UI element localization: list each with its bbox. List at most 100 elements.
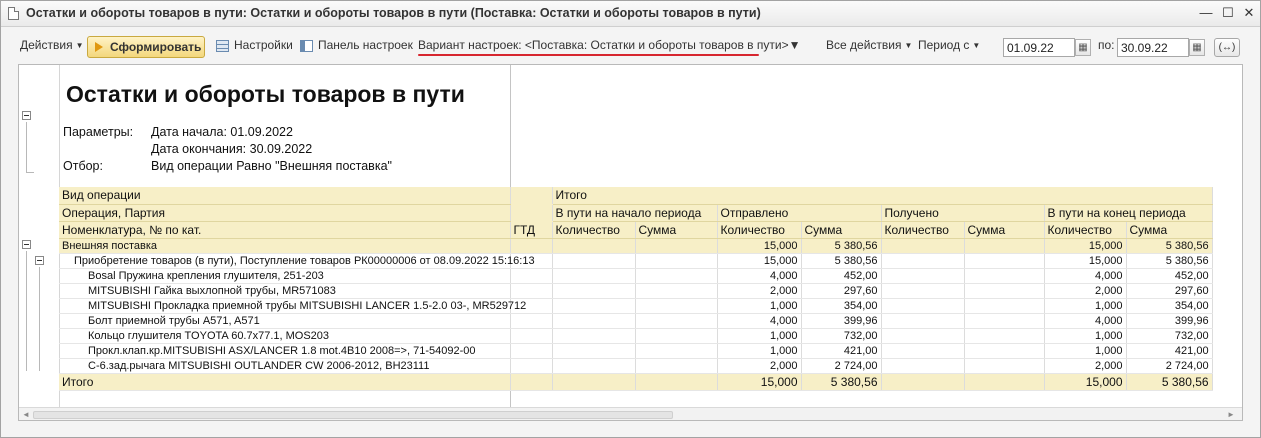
row-name: С-6.зад.рычага MITSUBISHI OUTLANDER CW 2… — [59, 358, 511, 374]
sent-qty: 2,000 — [717, 283, 802, 299]
header-row: Номенклатура, № по кат. ГТД Количество С… — [59, 221, 1213, 239]
total-end-sum: 5 380,56 — [1126, 373, 1213, 391]
collapse-group-icon[interactable] — [22, 111, 31, 120]
sent-sum: 354,00 — [801, 298, 882, 314]
actions-menu[interactable]: Действия ▼ — [20, 38, 84, 52]
group-bracket-line — [39, 267, 40, 371]
actions-label: Действия — [20, 38, 73, 52]
table-row[interactable]: Внешняя поставка 15,000 5 380,56 15,000 … — [59, 238, 1213, 254]
header-cell: Количество — [1044, 221, 1127, 239]
end-sum: 5 380,56 — [1126, 238, 1213, 254]
settings-panel-icon — [300, 40, 313, 52]
total-sent-sum: 5 380,56 — [801, 373, 882, 391]
end-sum: 452,00 — [1126, 268, 1213, 284]
table-row[interactable]: С-6.зад.рычага MITSUBISHI OUTLANDER CW 2… — [59, 358, 1213, 374]
end-qty: 1,000 — [1044, 343, 1127, 359]
generate-label: Сформировать — [110, 40, 202, 54]
total-row[interactable]: Итого 15,000 5 380,56 15,000 5 380,56 — [59, 373, 1213, 391]
row-name: MITSUBISHI Гайка выхлопной трубы, MR5710… — [59, 283, 511, 299]
report-document[interactable]: Остатки и обороты товаров в пути Парамет… — [18, 64, 1243, 421]
date-end-param: Дата окончания: 30.09.2022 — [151, 142, 313, 156]
dropdown-arrow-icon: ▼ — [788, 38, 801, 52]
table-row[interactable]: Болт приемной трубы A571, A571 4,000 399… — [59, 313, 1213, 329]
sent-sum: 5 380,56 — [801, 253, 882, 269]
group-bracket-foot — [26, 172, 34, 173]
vertical-scrollbar[interactable]: ▲ ▼ — [1242, 65, 1243, 407]
period-select-button[interactable]: (↔) — [1214, 38, 1240, 57]
sent-sum: 297,60 — [801, 283, 882, 299]
end-sum: 297,60 — [1126, 283, 1213, 299]
end-sum: 5 380,56 — [1126, 253, 1213, 269]
sent-sum: 732,00 — [801, 328, 882, 344]
header-cell: Сумма — [801, 221, 882, 239]
sent-qty: 2,000 — [717, 358, 802, 374]
sent-qty: 15,000 — [717, 253, 802, 269]
collapse-group-icon[interactable] — [22, 240, 31, 249]
end-sum: 421,00 — [1126, 343, 1213, 359]
settings-panel-button[interactable]: Панель настроек — [318, 38, 413, 52]
header-cell: Номенклатура, № по кат. — [59, 221, 511, 239]
total-end-qty: 15,000 — [1044, 373, 1127, 391]
total-sent-qty: 15,000 — [717, 373, 802, 391]
collapse-group-icon[interactable] — [35, 256, 44, 265]
end-qty: 4,000 — [1044, 313, 1127, 329]
params-label: Параметры: — [63, 125, 134, 139]
header-row: Операция, Партия В пути на начало период… — [59, 204, 1213, 222]
row-name: Bosal Пружина крепления глушителя, 251-2… — [59, 268, 511, 284]
header-cell: Сумма — [635, 221, 718, 239]
row-name: Прокл.клап.кр.MITSUBISHI ASX/LANCER 1.8 … — [59, 343, 511, 359]
date-to-input[interactable]: 30.09.22 — [1117, 38, 1189, 57]
header-cell: Операция, Партия — [59, 204, 511, 222]
header-cell: В пути на начало периода — [552, 204, 718, 222]
header-cell: Отправлено — [717, 204, 882, 222]
table-row[interactable]: Приобретение товаров (в пути), Поступлен… — [59, 253, 1213, 269]
horizontal-scrollbar[interactable]: ◄ ► — [19, 407, 1242, 420]
header-cell: Количество — [881, 221, 965, 239]
sent-sum: 399,96 — [801, 313, 882, 329]
group-bracket-line — [26, 122, 27, 172]
table-row[interactable]: Кольцо глушителя TOYOTA 60.7x77.1, MOS20… — [59, 328, 1213, 344]
end-qty: 4,000 — [1044, 268, 1127, 284]
header-cell: Итого — [552, 187, 1213, 205]
header-cell: ГТД — [510, 221, 553, 239]
end-qty: 1,000 — [1044, 298, 1127, 314]
group-bracket-line — [26, 251, 27, 371]
table-row[interactable]: MITSUBISHI Прокладка приемной трубы MITS… — [59, 298, 1213, 314]
header-cell: Вид операции — [59, 187, 511, 205]
date-from-input[interactable]: 01.09.22 — [1003, 38, 1075, 57]
header-cell: Сумма — [1126, 221, 1213, 239]
horizontal-scroll-thumb[interactable] — [33, 411, 673, 419]
highlight-underline — [418, 54, 759, 56]
report-title: Остатки и обороты товаров в пути — [66, 81, 465, 107]
date-to-label: по: — [1098, 38, 1115, 52]
settings-button[interactable]: Настройки — [234, 38, 293, 52]
calendar-icon[interactable]: ▦ — [1189, 39, 1205, 56]
scroll-right-icon[interactable]: ► — [1227, 410, 1235, 419]
row-name: MITSUBISHI Прокладка приемной трубы MITS… — [59, 298, 526, 314]
end-qty: 1,000 — [1044, 328, 1127, 344]
header-cell: Количество — [552, 221, 636, 239]
header-row: Вид операции Итого — [59, 187, 1213, 205]
sent-qty: 1,000 — [717, 298, 802, 314]
all-actions-menu[interactable]: Все действия ▼ — [826, 38, 912, 52]
header-cell: Количество — [717, 221, 802, 239]
period-from-menu[interactable]: Период с ▼ — [918, 38, 980, 52]
end-qty: 2,000 — [1044, 358, 1127, 374]
end-sum: 354,00 — [1126, 298, 1213, 314]
calendar-icon[interactable]: ▦ — [1075, 39, 1091, 56]
dropdown-arrow-icon: ▼ — [972, 41, 981, 50]
sent-qty: 15,000 — [717, 238, 802, 254]
settings-variant-menu[interactable]: Вариант настроек: <Поставка: Остатки и о… — [418, 38, 801, 52]
close-button[interactable]: ✕ — [1240, 4, 1258, 22]
dropdown-arrow-icon: ▼ — [75, 41, 84, 50]
table-row[interactable]: MITSUBISHI Гайка выхлопной трубы, MR5710… — [59, 283, 1213, 299]
table-row[interactable]: Bosal Пружина крепления глушителя, 251-2… — [59, 268, 1213, 284]
scroll-left-icon[interactable]: ◄ — [22, 410, 30, 419]
generate-report-button[interactable]: Сформировать — [87, 36, 205, 58]
end-qty: 15,000 — [1044, 238, 1127, 254]
minimize-button[interactable]: — — [1197, 4, 1215, 22]
sent-sum: 2 724,00 — [801, 358, 882, 374]
table-row[interactable]: Прокл.клап.кр.MITSUBISHI ASX/LANCER 1.8 … — [59, 343, 1213, 359]
sent-sum: 421,00 — [801, 343, 882, 359]
maximize-button[interactable]: ☐ — [1219, 4, 1237, 22]
